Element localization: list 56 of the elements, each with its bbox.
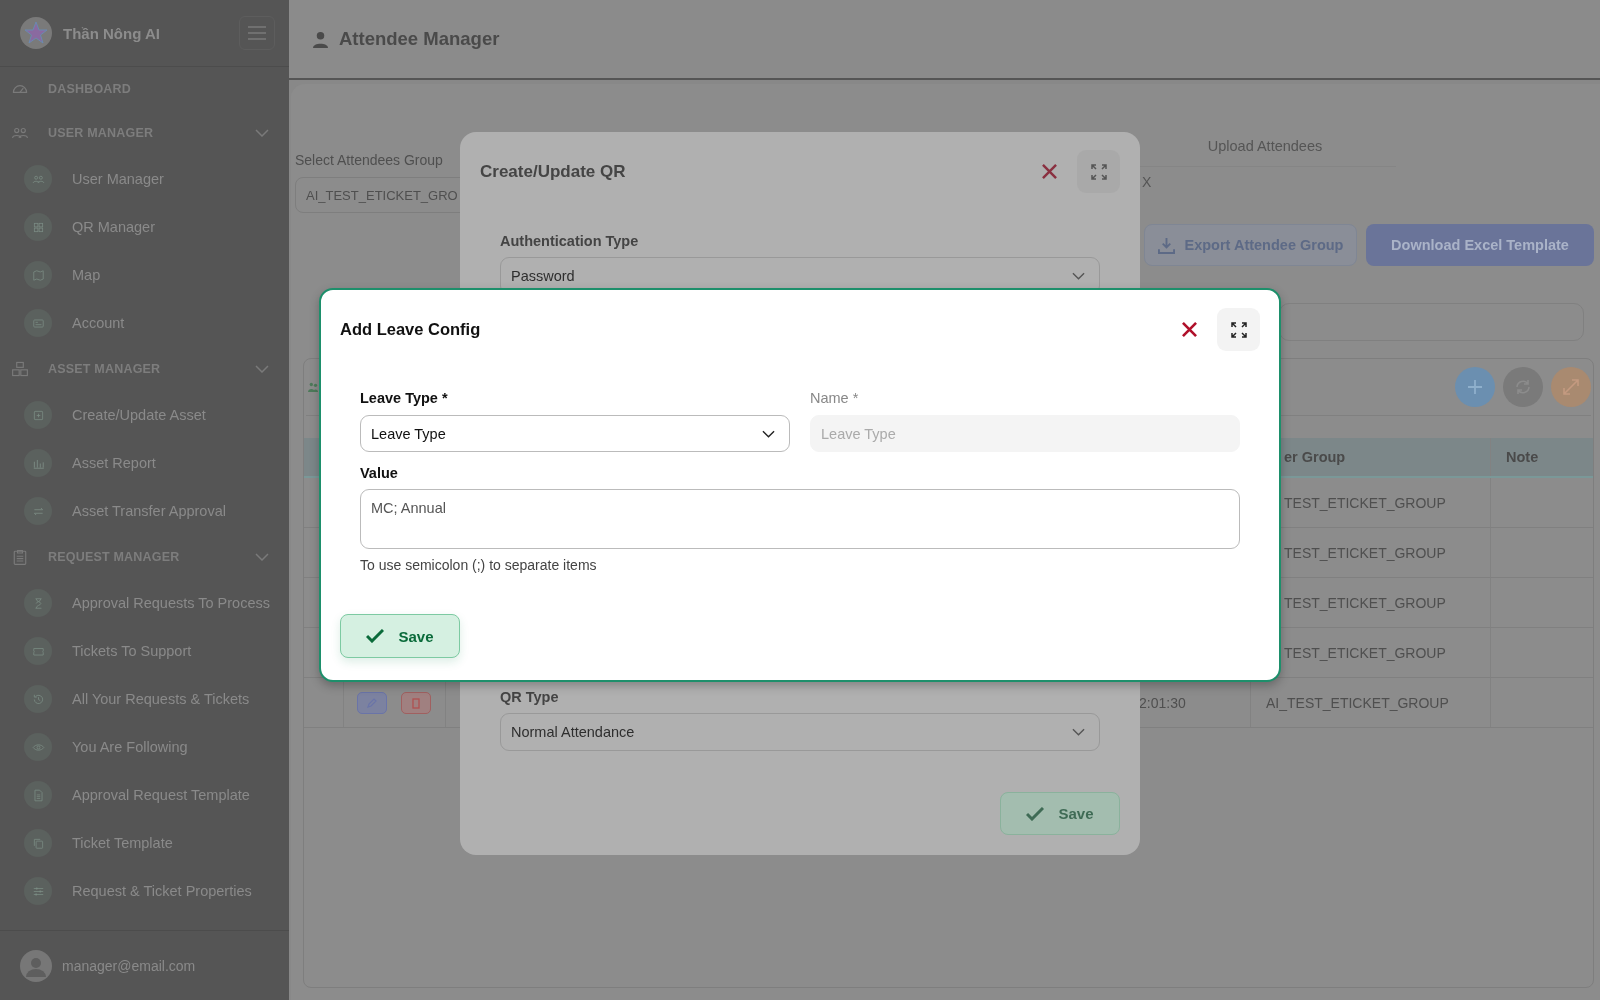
check-icon bbox=[366, 629, 385, 643]
select-field[interactable]: Normal Attendance bbox=[500, 713, 1100, 751]
users-icon bbox=[308, 382, 318, 392]
download-icon bbox=[1157, 236, 1175, 254]
document-icon bbox=[31, 788, 45, 802]
table-cell: TEST_ETICKET_GROUP bbox=[1284, 544, 1446, 561]
column-header: Note bbox=[1506, 449, 1539, 465]
boxes-icon bbox=[11, 360, 29, 378]
close-icon[interactable] bbox=[1182, 322, 1197, 337]
value-textarea[interactable]: MC; Annual bbox=[360, 489, 1240, 549]
table-cell: TEST_ETICKET_GROUP bbox=[1284, 494, 1446, 511]
save-button[interactable]: Save bbox=[340, 614, 460, 658]
map-icon bbox=[31, 268, 45, 282]
logo-icon bbox=[20, 17, 52, 49]
fullscreen-icon bbox=[1090, 163, 1107, 180]
edit-button[interactable] bbox=[357, 691, 387, 714]
close-icon[interactable] bbox=[1042, 164, 1057, 179]
table-cell: AI_TEST_ETICKET_GROUP bbox=[1266, 694, 1449, 711]
fullscreen-icon bbox=[1230, 321, 1247, 338]
add-button[interactable] bbox=[1455, 367, 1495, 407]
leave-type-select[interactable]: Leave Type bbox=[360, 415, 790, 452]
trash-icon bbox=[410, 696, 422, 709]
diagonal-arrows-icon bbox=[1563, 379, 1579, 395]
delete-button[interactable] bbox=[401, 691, 431, 714]
menu-button[interactable] bbox=[239, 16, 275, 50]
table-cell: TEST_ETICKET_GROUP bbox=[1284, 594, 1446, 611]
menu-icon bbox=[248, 26, 266, 40]
grid-icon bbox=[31, 220, 45, 234]
fullscreen-button[interactable] bbox=[1217, 308, 1260, 351]
chevron-icon bbox=[1072, 728, 1085, 736]
clipboard-icon bbox=[11, 548, 29, 566]
column-header: er Group bbox=[1284, 449, 1346, 465]
download-template-button[interactable]: Download Excel Template bbox=[1366, 224, 1594, 266]
copy-icon bbox=[31, 836, 45, 850]
field-label: QR Type bbox=[500, 688, 560, 707]
chevron-icon bbox=[1072, 272, 1085, 280]
field-label: Value bbox=[360, 464, 399, 482]
card-icon bbox=[31, 316, 45, 330]
avatar bbox=[20, 949, 52, 982]
expand-button[interactable] bbox=[1551, 367, 1591, 407]
page-title: Attendee Manager bbox=[339, 28, 500, 50]
table-cell: 2:01:30 bbox=[1139, 694, 1186, 711]
dialog-title: Add Leave Config bbox=[340, 320, 482, 339]
chevron-icon bbox=[762, 429, 775, 438]
user-icon bbox=[313, 30, 328, 48]
field-label: Leave Type * bbox=[360, 389, 449, 407]
plus-square-icon bbox=[31, 408, 45, 422]
hint-text: To use semicolon (;) to separate items bbox=[360, 557, 598, 573]
save-button[interactable]: Save bbox=[1000, 792, 1120, 835]
plus-icon bbox=[1467, 379, 1483, 395]
table-cell: TEST_ETICKET_GROUP bbox=[1284, 644, 1446, 661]
field-label: Name * bbox=[810, 389, 860, 407]
field-label: Select Attendees Group bbox=[295, 151, 444, 169]
check-icon bbox=[1026, 806, 1045, 821]
history-icon bbox=[31, 692, 45, 706]
field-label: Authentication Type bbox=[500, 232, 640, 251]
